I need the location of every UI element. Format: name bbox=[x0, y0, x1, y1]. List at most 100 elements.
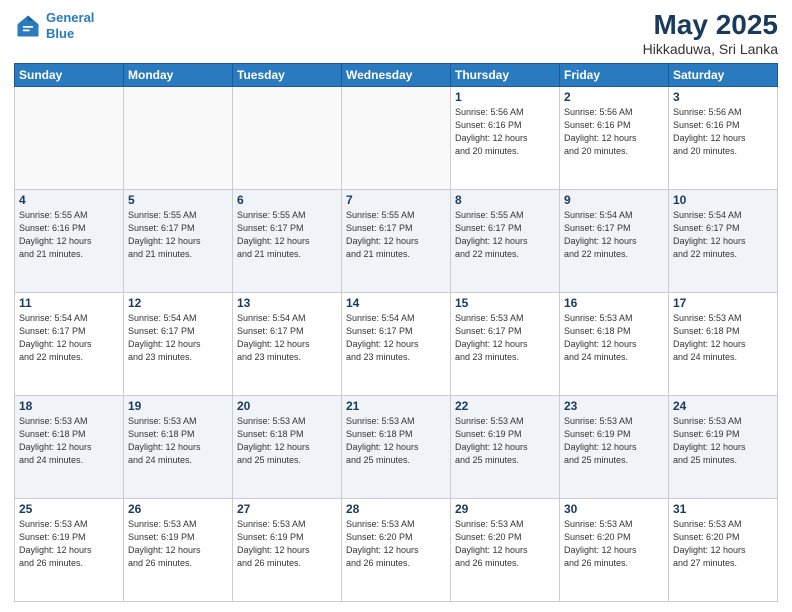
calendar-header-tuesday: Tuesday bbox=[233, 63, 342, 86]
calendar-cell-23: 23 Sunrise: 5:53 AM Sunset: 6:19 PM Dayli… bbox=[560, 395, 669, 498]
calendar-cell-19: 19Sunrise: 5:53 AM Sunset: 6:18 PM Dayli… bbox=[124, 395, 233, 498]
day-info: Sunrise: 5:53 AM Sunset: 6:17 PM Dayligh… bbox=[455, 312, 555, 364]
calendar-cell-14: 14Sunrise: 5:54 AM Sunset: 6:17 PM Dayli… bbox=[342, 292, 451, 395]
calendar-week-4: 18 Sunrise: 5:53 AM Sunset: 6:18 PM Dayli… bbox=[15, 395, 778, 498]
main-title: May 2025 bbox=[643, 10, 778, 41]
day-number: 4 bbox=[19, 193, 119, 207]
day-info: Sunrise: 5:53 AM Sunset: 6:18 PM Dayligh… bbox=[19, 415, 119, 467]
calendar-header-row: SundayMondayTuesdayWednesdayThursdayFrid… bbox=[15, 63, 778, 86]
calendar-cell-21: 21 Sunrise: 5:53 AM Sunset: 6:18 PM Dayli… bbox=[342, 395, 451, 498]
day-number: 25 bbox=[19, 502, 119, 516]
day-number: 18 bbox=[19, 399, 119, 413]
calendar-cell-5: 5Sunrise: 5:55 AM Sunset: 6:17 PM Daylig… bbox=[124, 189, 233, 292]
calendar-cell-27: 27 Sunrise: 5:53 AM Sunset: 6:19 PM Dayli… bbox=[233, 498, 342, 601]
day-number: 15 bbox=[455, 296, 555, 310]
day-number: 30 bbox=[564, 502, 664, 516]
logo-icon bbox=[14, 12, 42, 40]
calendar-cell-25: 25 Sunrise: 5:53 AM Sunset: 6:19 PM Dayli… bbox=[15, 498, 124, 601]
day-number: 17 bbox=[673, 296, 773, 310]
day-info: Sunrise: 5:53 AM Sunset: 6:20 PM Dayligh… bbox=[673, 518, 773, 570]
calendar-cell-29: 29 Sunrise: 5:53 AM Sunset: 6:20 PM Dayli… bbox=[451, 498, 560, 601]
day-info: Sunrise: 5:54 AM Sunset: 6:17 PM Dayligh… bbox=[237, 312, 337, 364]
calendar-cell-2: 2 Sunrise: 5:56 AM Sunset: 6:16 PM Daylig… bbox=[560, 86, 669, 189]
day-info: Sunrise: 5:53 AM Sunset: 6:19 PM Dayligh… bbox=[19, 518, 119, 570]
day-info: Sunrise: 5:55 AM Sunset: 6:17 PM Dayligh… bbox=[128, 209, 228, 261]
day-info: Sunrise: 5:53 AM Sunset: 6:18 PM Dayligh… bbox=[346, 415, 446, 467]
header: General Blue May 2025 Hikkaduwa, Sri Lan… bbox=[14, 10, 778, 57]
day-number: 2 bbox=[564, 90, 664, 104]
calendar-cell-1: 1Sunrise: 5:56 AM Sunset: 6:16 PM Daylig… bbox=[451, 86, 560, 189]
calendar-cell-17: 17 Sunrise: 5:53 AM Sunset: 6:18 PM Dayli… bbox=[669, 292, 778, 395]
calendar-cell-empty bbox=[342, 86, 451, 189]
day-info: Sunrise: 5:55 AM Sunset: 6:17 PM Dayligh… bbox=[346, 209, 446, 261]
day-number: 9 bbox=[564, 193, 664, 207]
day-number: 6 bbox=[237, 193, 337, 207]
day-number: 13 bbox=[237, 296, 337, 310]
calendar-cell-13: 13 Sunrise: 5:54 AM Sunset: 6:17 PM Dayli… bbox=[233, 292, 342, 395]
day-info: Sunrise: 5:53 AM Sunset: 6:19 PM Dayligh… bbox=[673, 415, 773, 467]
calendar-cell-24: 24 Sunrise: 5:53 AM Sunset: 6:19 PM Dayli… bbox=[669, 395, 778, 498]
day-info: Sunrise: 5:53 AM Sunset: 6:20 PM Dayligh… bbox=[455, 518, 555, 570]
day-info: Sunrise: 5:53 AM Sunset: 6:19 PM Dayligh… bbox=[455, 415, 555, 467]
day-info: Sunrise: 5:56 AM Sunset: 6:16 PM Dayligh… bbox=[673, 106, 773, 158]
day-number: 22 bbox=[455, 399, 555, 413]
day-number: 12 bbox=[128, 296, 228, 310]
calendar-cell-30: 30 Sunrise: 5:53 AM Sunset: 6:20 PM Dayli… bbox=[560, 498, 669, 601]
day-info: Sunrise: 5:53 AM Sunset: 6:18 PM Dayligh… bbox=[564, 312, 664, 364]
day-info: Sunrise: 5:53 AM Sunset: 6:18 PM Dayligh… bbox=[673, 312, 773, 364]
calendar-header-monday: Monday bbox=[124, 63, 233, 86]
day-info: Sunrise: 5:53 AM Sunset: 6:18 PM Dayligh… bbox=[237, 415, 337, 467]
calendar-cell-6: 6Sunrise: 5:55 AM Sunset: 6:17 PM Daylig… bbox=[233, 189, 342, 292]
day-number: 26 bbox=[128, 502, 228, 516]
calendar-cell-9: 9Sunrise: 5:54 AM Sunset: 6:17 PM Daylig… bbox=[560, 189, 669, 292]
calendar-header-thursday: Thursday bbox=[451, 63, 560, 86]
calendar-cell-7: 7 Sunrise: 5:55 AM Sunset: 6:17 PM Daylig… bbox=[342, 189, 451, 292]
day-number: 14 bbox=[346, 296, 446, 310]
day-number: 7 bbox=[346, 193, 446, 207]
calendar-cell-empty bbox=[233, 86, 342, 189]
calendar-cell-26: 26Sunrise: 5:53 AM Sunset: 6:19 PM Dayli… bbox=[124, 498, 233, 601]
day-info: Sunrise: 5:54 AM Sunset: 6:17 PM Dayligh… bbox=[673, 209, 773, 261]
calendar-cell-11: 11 Sunrise: 5:54 AM Sunset: 6:17 PM Dayli… bbox=[15, 292, 124, 395]
calendar-cell-3: 3 Sunrise: 5:56 AM Sunset: 6:16 PM Daylig… bbox=[669, 86, 778, 189]
calendar-cell-empty bbox=[124, 86, 233, 189]
day-info: Sunrise: 5:53 AM Sunset: 6:20 PM Dayligh… bbox=[564, 518, 664, 570]
calendar-header-saturday: Saturday bbox=[669, 63, 778, 86]
calendar-cell-15: 15 Sunrise: 5:53 AM Sunset: 6:17 PM Dayli… bbox=[451, 292, 560, 395]
calendar-cell-20: 20Sunrise: 5:53 AM Sunset: 6:18 PM Dayli… bbox=[233, 395, 342, 498]
day-info: Sunrise: 5:53 AM Sunset: 6:18 PM Dayligh… bbox=[128, 415, 228, 467]
calendar-cell-31: 31 Sunrise: 5:53 AM Sunset: 6:20 PM Dayli… bbox=[669, 498, 778, 601]
calendar-cell-28: 28Sunrise: 5:53 AM Sunset: 6:20 PM Dayli… bbox=[342, 498, 451, 601]
day-info: Sunrise: 5:56 AM Sunset: 6:16 PM Dayligh… bbox=[564, 106, 664, 158]
calendar-cell-16: 16Sunrise: 5:53 AM Sunset: 6:18 PM Dayli… bbox=[560, 292, 669, 395]
day-info: Sunrise: 5:55 AM Sunset: 6:17 PM Dayligh… bbox=[455, 209, 555, 261]
day-number: 3 bbox=[673, 90, 773, 104]
calendar-cell-empty bbox=[15, 86, 124, 189]
calendar-cell-22: 22 Sunrise: 5:53 AM Sunset: 6:19 PM Dayli… bbox=[451, 395, 560, 498]
day-info: Sunrise: 5:55 AM Sunset: 6:16 PM Dayligh… bbox=[19, 209, 119, 261]
calendar-cell-4: 4 Sunrise: 5:55 AM Sunset: 6:16 PM Daylig… bbox=[15, 189, 124, 292]
day-number: 27 bbox=[237, 502, 337, 516]
day-info: Sunrise: 5:53 AM Sunset: 6:19 PM Dayligh… bbox=[564, 415, 664, 467]
calendar-cell-10: 10Sunrise: 5:54 AM Sunset: 6:17 PM Dayli… bbox=[669, 189, 778, 292]
day-number: 21 bbox=[346, 399, 446, 413]
title-block: May 2025 Hikkaduwa, Sri Lanka bbox=[643, 10, 778, 57]
day-info: Sunrise: 5:54 AM Sunset: 6:17 PM Dayligh… bbox=[19, 312, 119, 364]
day-number: 31 bbox=[673, 502, 773, 516]
calendar-header-friday: Friday bbox=[560, 63, 669, 86]
subtitle: Hikkaduwa, Sri Lanka bbox=[643, 41, 778, 57]
day-number: 1 bbox=[455, 90, 555, 104]
day-number: 8 bbox=[455, 193, 555, 207]
day-number: 24 bbox=[673, 399, 773, 413]
day-number: 11 bbox=[19, 296, 119, 310]
calendar-week-1: 1 Sunrise: 5:56 AM Sunset: 6:16 PM Daylig… bbox=[15, 86, 778, 189]
logo: General Blue bbox=[14, 10, 94, 41]
calendar-header-wednesday: Wednesday bbox=[342, 63, 451, 86]
calendar-week-5: 25 Sunrise: 5:53 AM Sunset: 6:19 PM Dayli… bbox=[15, 498, 778, 601]
calendar-cell-18: 18 Sunrise: 5:53 AM Sunset: 6:18 PM Dayli… bbox=[15, 395, 124, 498]
day-number: 29 bbox=[455, 502, 555, 516]
day-number: 23 bbox=[564, 399, 664, 413]
calendar-header-sunday: Sunday bbox=[15, 63, 124, 86]
day-info: Sunrise: 5:53 AM Sunset: 6:19 PM Dayligh… bbox=[237, 518, 337, 570]
calendar-week-3: 11 Sunrise: 5:54 AM Sunset: 6:17 PM Dayli… bbox=[15, 292, 778, 395]
